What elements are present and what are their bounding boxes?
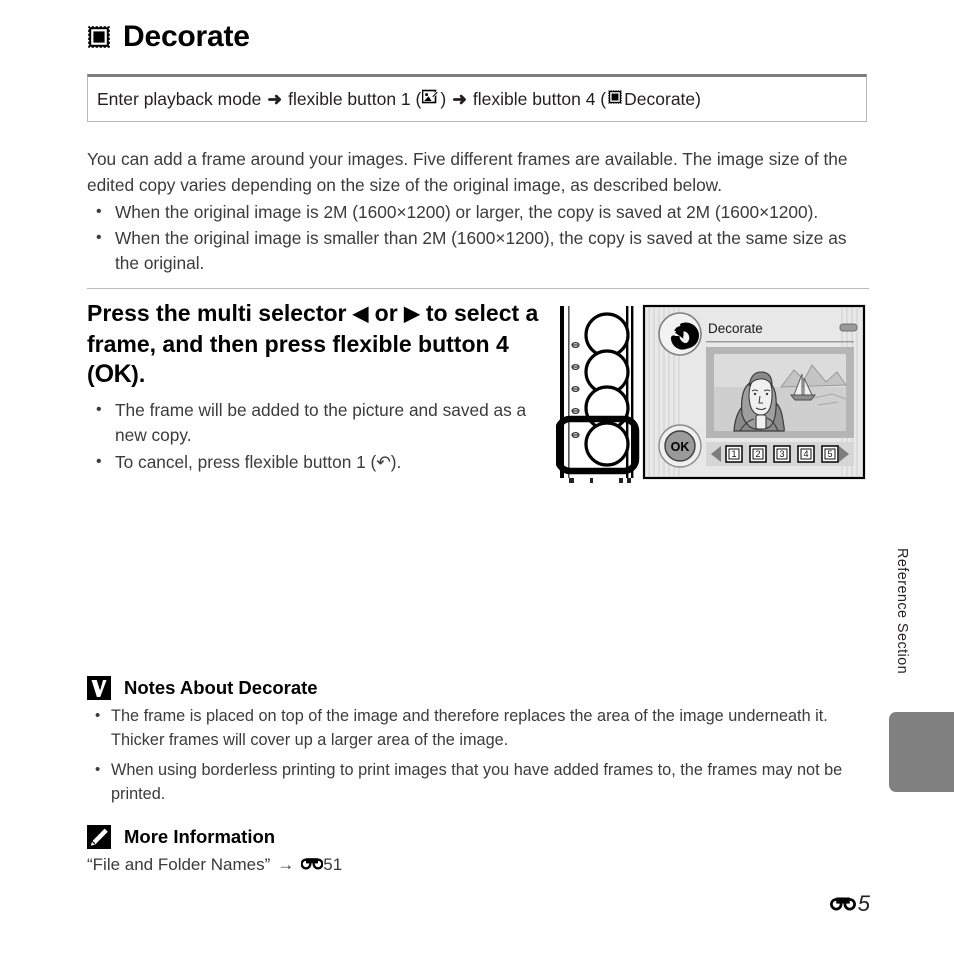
notes-section: Notes About Decorate The frame is placed… [87, 676, 869, 806]
frame-option-4: 4 [797, 445, 815, 463]
step-heading-part-2: or [368, 300, 405, 326]
intro-bullet-list: When the original image is 2M (1600×1200… [87, 199, 869, 276]
step-heading-part-4: ). [131, 361, 146, 387]
reference-section-e-icon [300, 854, 324, 875]
list-item: The frame is placed on top of the image … [87, 704, 869, 752]
side-section-tab [889, 712, 954, 792]
navigation-path-box: Enter playback mode ➜ flexible button 1 … [87, 74, 867, 122]
page-title: Decorate [123, 20, 250, 53]
path-segment-2: flexible button 1 ( [288, 88, 422, 109]
navigation-path-text: Enter playback mode ➜ flexible button 1 … [88, 88, 701, 110]
step-bullet-list: The frame will be added to the picture a… [87, 397, 539, 475]
section-divider [87, 288, 869, 289]
warning-check-icon [87, 676, 111, 700]
svg-text:2: 2 [755, 449, 760, 459]
camera-body-strip [556, 306, 640, 483]
list-item: To cancel, press flexible button 1 (↶). [87, 449, 539, 475]
retouch-image-icon [422, 88, 440, 110]
path-arrow-1-icon: ➜ [267, 88, 283, 109]
camera-illustration: Decorate OK 1 2 3 4 5 [556, 302, 868, 484]
list-item: The frame will be added to the picture a… [87, 397, 539, 448]
list-item: When the original image is 2M (1600×1200… [87, 199, 869, 225]
decorate-frame-icon-inline [607, 89, 623, 110]
ok-button-glyph: OK [94, 360, 132, 388]
path-segment-1: Enter playback mode [97, 88, 262, 109]
decorate-frame-icon [86, 24, 112, 50]
camera-lcd-screen: Decorate OK 1 2 3 4 5 [642, 304, 866, 480]
more-information-title: More Information [124, 826, 276, 847]
frame-option-5: 5 [821, 445, 839, 463]
lcd-screen-title: Decorate [708, 321, 763, 336]
page-title-row: Decorate [86, 22, 250, 52]
more-information-section: More Information “File and Folder Names”… [87, 825, 687, 875]
manual-page: Decorate Enter playback mode ➜ flexible … [0, 0, 954, 954]
intro-paragraph: You can add a frame around your images. … [87, 149, 848, 195]
multi-selector-left-icon: ◀ [352, 303, 369, 325]
page-number-value: 5 [857, 891, 870, 916]
frame-option-2: 2 [749, 445, 767, 463]
path-segment-4: flexible button 4 ( [472, 88, 607, 109]
notes-heading-row: Notes About Decorate [87, 676, 869, 700]
svg-text:3: 3 [779, 449, 784, 459]
frame-option-3: 3 [773, 445, 791, 463]
path-segment-5: Decorate) [624, 88, 701, 109]
svg-text:5: 5 [827, 449, 832, 459]
battery-icon [839, 323, 858, 332]
ok-button: OK [658, 424, 702, 468]
page-number-footer: 5 [829, 891, 870, 917]
step-heading: Press the multi selector ◀ or ▶ to selec… [87, 298, 539, 389]
notes-bullet-list: The frame is placed on top of the image … [87, 704, 869, 806]
frame-selector-strip: 1 2 3 4 5 [706, 442, 854, 466]
more-information-reference: “File and Folder Names” → 51 [87, 854, 687, 875]
step-instruction-block: Press the multi selector ◀ or ▶ to selec… [87, 298, 539, 475]
intro-block: You can add a frame around your images. … [87, 146, 869, 276]
multi-selector-right-icon: ▶ [404, 303, 420, 325]
notes-title: Notes About Decorate [124, 677, 318, 698]
step-heading-part-1: Press the multi selector [87, 300, 353, 326]
side-section-label: Reference Section [894, 548, 910, 675]
frame-option-1: 1 [725, 445, 743, 463]
back-arrow-button [658, 312, 702, 356]
list-item: When the original image is smaller than … [87, 225, 869, 276]
more-information-heading-row: More Information [87, 825, 687, 849]
pencil-note-icon [87, 825, 111, 849]
reference-section-e-icon-footer [829, 891, 856, 917]
svg-text:1: 1 [731, 449, 736, 459]
path-arrow-2-icon: ➜ [452, 88, 467, 109]
reference-page-number: 51 [323, 854, 343, 874]
reference-text: “File and Folder Names” [87, 854, 271, 874]
ok-button-label: OK [671, 440, 690, 454]
svg-text:4: 4 [803, 449, 808, 459]
list-item: When using borderless printing to print … [87, 758, 869, 806]
photo-preview [706, 347, 854, 438]
reference-arrow-icon: → [277, 854, 295, 874]
